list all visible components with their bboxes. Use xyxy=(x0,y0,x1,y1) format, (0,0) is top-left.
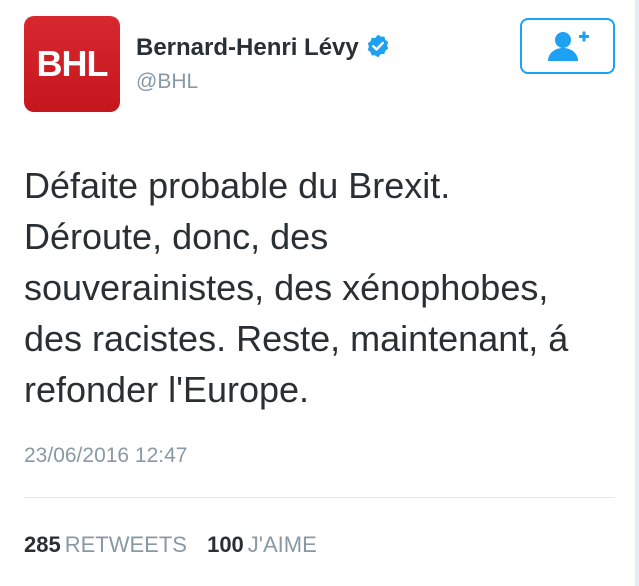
likes-label: J'AIME xyxy=(247,532,317,557)
scroll-edge xyxy=(635,0,639,586)
tweet-text-line: Déroute, donc, des xyxy=(24,216,329,257)
avatar[interactable]: BHL xyxy=(24,16,120,112)
divider xyxy=(24,497,615,498)
verified-badge-icon xyxy=(367,34,388,58)
avatar-logo-text: BHL xyxy=(36,43,109,84)
retweets-label: RETWEETS xyxy=(64,532,187,557)
tweet-text: Défaite probable du Brexit. Déroute, don… xyxy=(24,160,619,415)
user-handle[interactable]: @BHL xyxy=(136,70,198,94)
follow-button[interactable] xyxy=(520,18,615,74)
tweet-text-line: souverainistes, des xénophobes, xyxy=(24,267,549,308)
tweet-text-line: refonder l'Europe. xyxy=(24,369,310,410)
author-name-row[interactable]: Bernard-Henri Lévy xyxy=(136,34,391,62)
tweet-text-line: des racistes. Reste, maintenant, á xyxy=(24,318,569,359)
tweet-card: BHL Bernard-Henri Lévy @BHL Défaite prob… xyxy=(0,0,639,586)
tweet-text-line: Défaite probable du Brexit. xyxy=(24,165,451,206)
retweets-stat[interactable]: 285 RETWEETS xyxy=(24,532,187,558)
tweet-stats: 285 RETWEETS 100 J'AIME xyxy=(24,532,317,558)
add-user-icon xyxy=(547,31,589,61)
tweet-timestamp[interactable]: 23/06/2016 12:47 xyxy=(24,444,188,468)
display-name[interactable]: Bernard-Henri Lévy xyxy=(136,34,359,61)
likes-stat[interactable]: 100 J'AIME xyxy=(207,532,317,558)
retweets-count: 285 xyxy=(24,532,61,557)
likes-count: 100 xyxy=(207,532,244,557)
